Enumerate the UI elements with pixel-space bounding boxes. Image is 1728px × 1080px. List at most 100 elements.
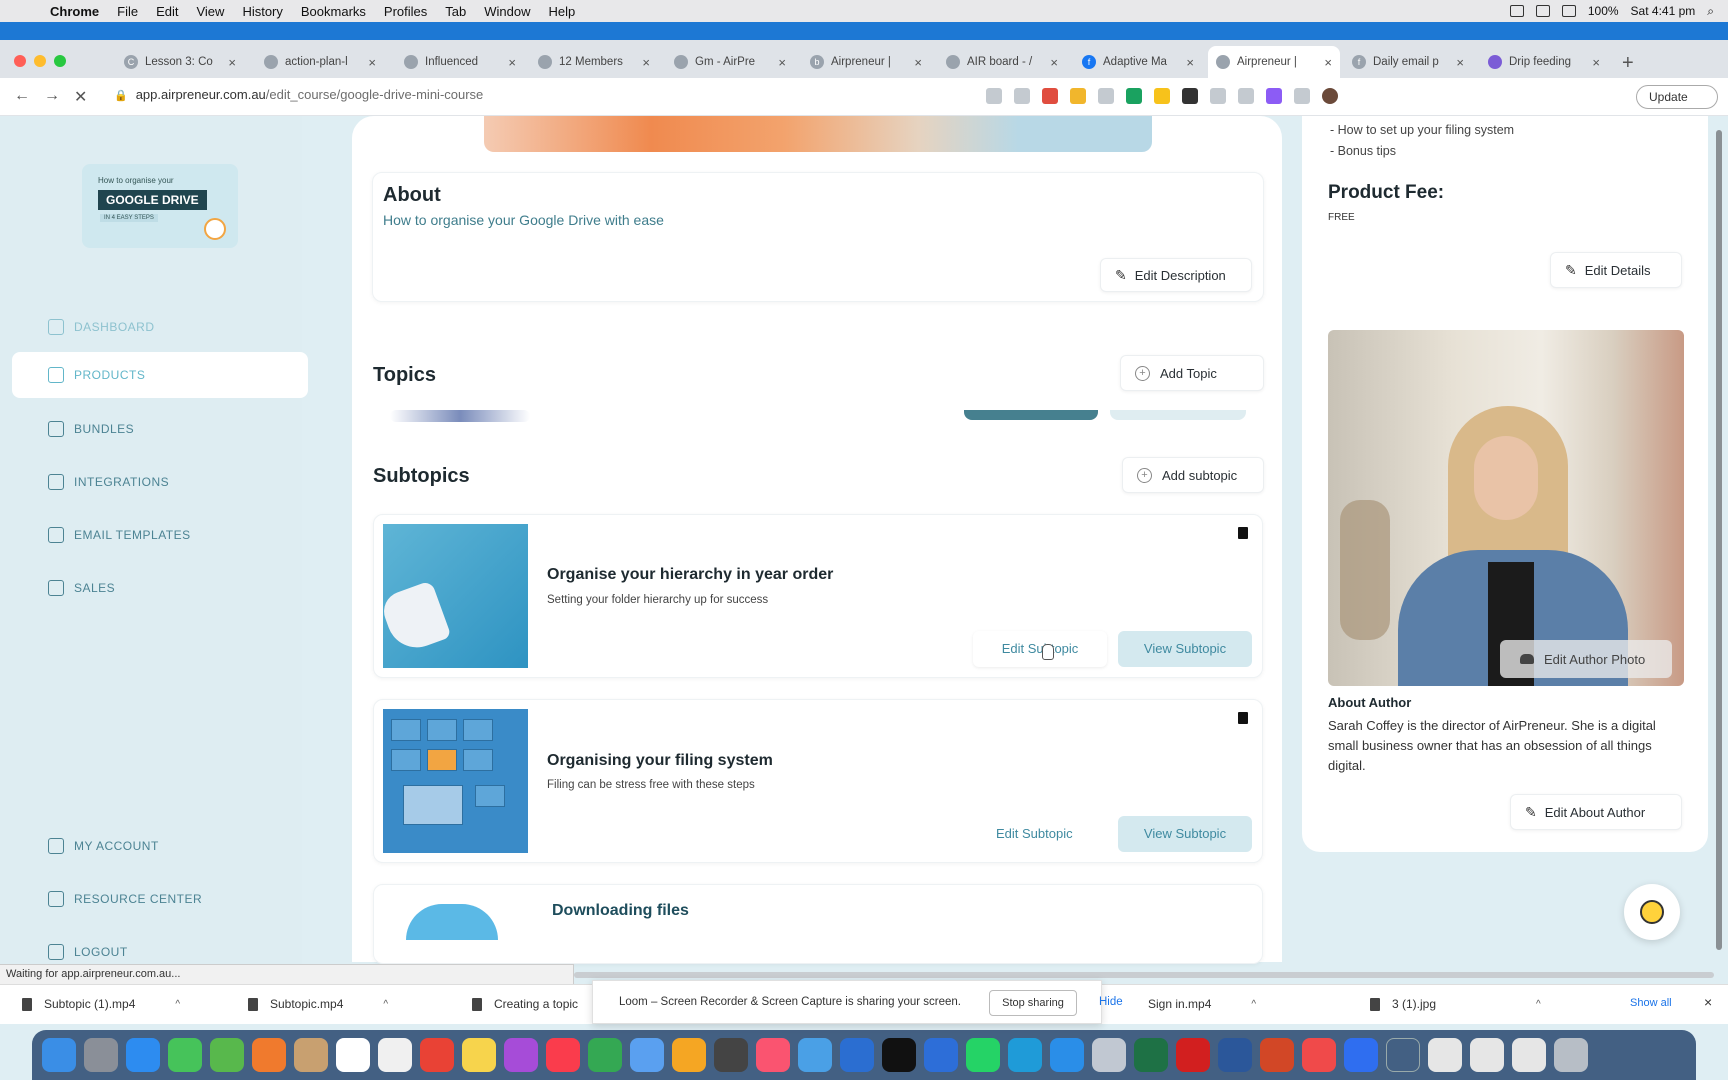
window-thumbnail-icon[interactable] xyxy=(1512,1038,1546,1072)
forward-icon[interactable]: → xyxy=(44,87,60,105)
menubar-clock[interactable]: Sat 4:41 pm xyxy=(1631,4,1696,18)
lock-icon[interactable]: 🔒 xyxy=(114,90,128,102)
extension-icon[interactable] xyxy=(1238,88,1254,104)
window-thumbnail-icon[interactable] xyxy=(1470,1038,1504,1072)
system-preferences-icon[interactable] xyxy=(714,1038,748,1072)
maps-icon[interactable] xyxy=(210,1038,244,1072)
finder-icon[interactable] xyxy=(42,1038,76,1072)
tab-adaptive[interactable]: f Adaptive Ma × xyxy=(1074,46,1202,78)
tab-daily-email[interactable]: f Daily email p × xyxy=(1344,46,1472,78)
menu-help[interactable]: Help xyxy=(549,4,576,19)
extension-icon[interactable] xyxy=(986,88,1002,104)
menu-bookmarks[interactable]: Bookmarks xyxy=(301,4,366,19)
tab-action-plan[interactable]: action-plan-l × xyxy=(256,46,384,78)
close-tab-icon[interactable]: × xyxy=(1324,55,1332,70)
stop-sharing-button[interactable]: Stop sharing xyxy=(989,990,1077,1016)
close-downloads-icon[interactable]: × xyxy=(1704,994,1712,1010)
podcasts-icon[interactable] xyxy=(504,1038,538,1072)
chevron-up-icon[interactable]: ^ xyxy=(1251,999,1256,1010)
add-topic-button[interactable]: + Add Topic xyxy=(1120,355,1264,391)
extension-icon[interactable] xyxy=(1042,88,1058,104)
menu-app[interactable]: Chrome xyxy=(50,4,99,19)
photos-icon[interactable] xyxy=(252,1038,286,1072)
menu-view[interactable]: View xyxy=(196,4,224,19)
download-item[interactable]: Subtopic (1).mp4 ^ xyxy=(22,997,180,1011)
extension-icon[interactable] xyxy=(1070,88,1086,104)
close-tab-icon[interactable]: × xyxy=(1456,55,1464,70)
sidebar-item-my-account[interactable]: MY ACCOUNT xyxy=(12,823,308,869)
zoom-icon[interactable] xyxy=(1535,5,1550,17)
close-tab-icon[interactable]: × xyxy=(778,55,786,70)
launchpad-icon[interactable] xyxy=(84,1038,118,1072)
edit-details-button[interactable]: ✎ Edit Details xyxy=(1550,252,1682,288)
tab-air-board[interactable]: AIR board - / × xyxy=(938,46,1066,78)
tab-gmail[interactable]: Gm - AirPre × xyxy=(666,46,794,78)
youtube-icon[interactable] xyxy=(1302,1038,1336,1072)
sidebar-item-products[interactable]: PRODUCTS xyxy=(12,352,308,398)
tab-drip-feeding[interactable]: Drip feeding × xyxy=(1480,46,1608,78)
keynote-icon[interactable] xyxy=(630,1038,664,1072)
tab-lesson[interactable]: C Lesson 3: Co × xyxy=(116,46,244,78)
trash-icon[interactable] xyxy=(1238,527,1248,539)
close-window-button[interactable] xyxy=(14,55,26,67)
chrome-update-button[interactable]: Update xyxy=(1636,85,1718,109)
notes-icon[interactable] xyxy=(294,1038,328,1072)
messages-icon[interactable] xyxy=(168,1038,202,1072)
extension-icon[interactable] xyxy=(1098,88,1114,104)
pages-icon[interactable] xyxy=(672,1038,706,1072)
close-tab-icon[interactable]: × xyxy=(914,55,922,70)
menu-tab[interactable]: Tab xyxy=(445,4,466,19)
chevron-up-icon[interactable]: ^ xyxy=(1536,999,1541,1010)
tab-members[interactable]: 12 Members × xyxy=(530,46,658,78)
sidebar-item-resource-center[interactable]: RESOURCE CENTER xyxy=(12,876,308,922)
sidebar-item-sales[interactable]: SALES xyxy=(12,565,308,611)
sidebar-item-dashboard[interactable]: DASHBOARD xyxy=(12,304,308,350)
back-icon[interactable]: ← xyxy=(14,87,30,105)
support-chat-button[interactable] xyxy=(1624,884,1680,940)
search-icon[interactable]: ⌕ xyxy=(1707,4,1714,19)
powerpoint-icon[interactable] xyxy=(1260,1038,1294,1072)
whatsapp-icon[interactable] xyxy=(966,1038,1000,1072)
close-tab-icon[interactable]: × xyxy=(1592,55,1600,70)
app-icon[interactable] xyxy=(1344,1038,1378,1072)
menu-profiles[interactable]: Profiles xyxy=(384,4,427,19)
menu-edit[interactable]: Edit xyxy=(156,4,178,19)
edit-about-author-button[interactable]: ✎ Edit About Author xyxy=(1510,794,1682,830)
extension-icon[interactable] xyxy=(1014,88,1030,104)
docs-icon[interactable] xyxy=(1050,1038,1084,1072)
chevron-up-icon[interactable]: ^ xyxy=(175,999,180,1010)
show-all-downloads-link[interactable]: Show all xyxy=(1630,997,1672,1009)
edit-subtopic-button[interactable]: Edit Subtopic xyxy=(973,631,1107,667)
close-tab-icon[interactable]: × xyxy=(642,55,650,70)
vertical-scrollbar[interactable] xyxy=(1716,130,1722,950)
sidebar-item-email-templates[interactable]: EMAIL TEMPLATES xyxy=(12,512,308,558)
wifi-icon[interactable] xyxy=(1561,5,1576,17)
news-icon[interactable] xyxy=(546,1038,580,1072)
view-subtopic-button[interactable]: View Subtopic xyxy=(1118,631,1252,667)
trash-bin-icon[interactable] xyxy=(1554,1038,1588,1072)
chrome-icon[interactable] xyxy=(420,1038,454,1072)
excel-icon[interactable] xyxy=(1134,1038,1168,1072)
extension-icon[interactable] xyxy=(1266,88,1282,104)
trash-icon[interactable] xyxy=(1238,712,1248,724)
hide-button[interactable]: Hide xyxy=(1099,996,1123,1008)
close-tab-icon[interactable]: × xyxy=(368,55,376,70)
keynote-app-icon[interactable] xyxy=(840,1038,874,1072)
help-icon[interactable] xyxy=(1386,1038,1420,1072)
tab-influenced[interactable]: Influenced × xyxy=(396,46,524,78)
download-item[interactable]: Sign in.mp4 ^ xyxy=(1148,997,1256,1011)
edit-subtopic-button[interactable]: Edit Subtopic xyxy=(996,826,1073,841)
profile-avatar[interactable] xyxy=(1322,88,1338,104)
download-item[interactable]: Subtopic.mp4 ^ xyxy=(248,997,388,1011)
url-field[interactable]: 🔒 app.airpreneur.com.au/edit_course/googl… xyxy=(114,87,483,102)
stickies-icon[interactable] xyxy=(462,1038,496,1072)
new-tab-icon[interactable]: + xyxy=(1622,52,1634,75)
sidebar-item-bundles[interactable]: BUNDLES xyxy=(12,406,308,452)
view-subtopic-button[interactable]: View Subtopic xyxy=(1118,816,1252,852)
chevron-up-icon[interactable]: ^ xyxy=(383,999,388,1010)
download-item[interactable]: 3 (1).jpg ^ xyxy=(1370,997,1541,1011)
minimize-window-button[interactable] xyxy=(34,55,46,67)
telegram-icon[interactable] xyxy=(1008,1038,1042,1072)
edit-author-photo-button[interactable]: Edit Author Photo xyxy=(1500,640,1672,678)
edit-description-button[interactable]: ✎ Edit Description xyxy=(1100,258,1252,292)
